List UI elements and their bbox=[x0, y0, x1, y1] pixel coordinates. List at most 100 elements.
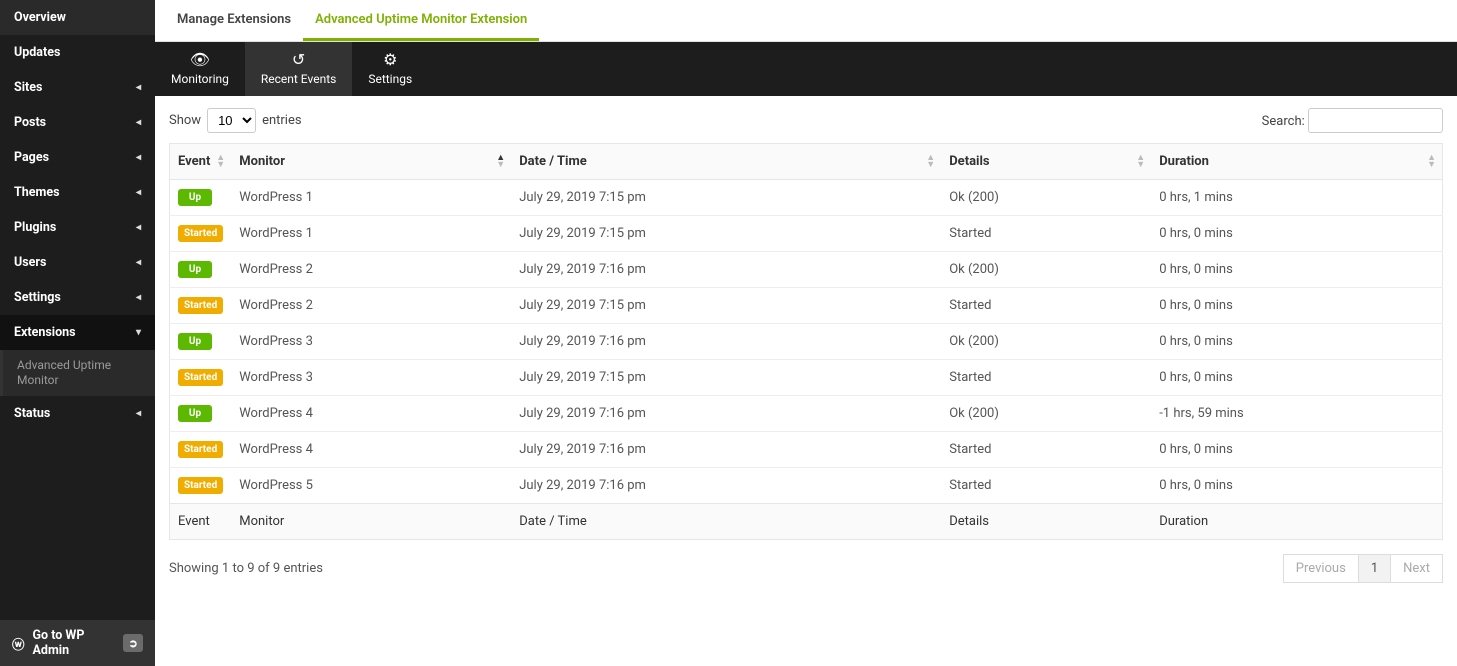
table-row: UpWordPress 3July 29, 2019 7:16 pmOk (20… bbox=[170, 324, 1443, 360]
cell-duration: 0 hrs, 0 mins bbox=[1151, 288, 1442, 324]
subnav-monitoring[interactable]: 👁 Monitoring bbox=[155, 42, 245, 96]
cell-duration: 0 hrs, 1 mins bbox=[1151, 180, 1442, 216]
caret-left-icon: ◂ bbox=[136, 152, 141, 163]
sidebar-subitem-advanced-uptime-monitor[interactable]: Advanced Uptime Monitor bbox=[0, 350, 155, 396]
cell-duration: 0 hrs, 0 mins bbox=[1151, 360, 1442, 396]
sidebar-item-posts[interactable]: Posts ◂ bbox=[0, 105, 155, 140]
pager-page-1[interactable]: 1 bbox=[1358, 554, 1391, 583]
col-footer-event: Event bbox=[170, 504, 232, 540]
cell-datetime: July 29, 2019 7:15 pm bbox=[511, 216, 941, 252]
sort-icon: ▲▼ bbox=[496, 155, 505, 169]
subnav-bar: 👁 Monitoring ↺ Recent Events ⚙ Settings bbox=[155, 42, 1457, 96]
events-table: Event▲▼ Monitor▲▼ Date / Time▲▼ Details▲… bbox=[169, 143, 1443, 540]
sidebar-item-sites[interactable]: Sites◂ bbox=[0, 70, 155, 105]
table-row: Up WordPress 4July 29, 2019 7:16 pmOk (20… bbox=[170, 396, 1443, 432]
col-header-duration[interactable]: Duration▲▼ bbox=[1151, 144, 1442, 180]
sidebar-item-label: Extensions bbox=[14, 325, 76, 340]
cell-datetime: July 29, 2019 7:15 pm bbox=[511, 288, 941, 324]
status-badge: Up bbox=[178, 405, 212, 422]
sort-icon: ▲▼ bbox=[216, 155, 225, 169]
col-footer-details: Details bbox=[941, 504, 1151, 540]
sidebar-item-users[interactable]: Users ◂ bbox=[0, 245, 155, 280]
sidebar-item-extensions[interactable]: Extensions ▾ bbox=[0, 315, 155, 350]
cell-datetime: July 29, 2019 7:15 pm bbox=[511, 180, 941, 216]
sidebar-item-overview[interactable]: Overview bbox=[0, 0, 155, 35]
sidebar-item-label: Overview bbox=[14, 10, 66, 25]
col-header-monitor[interactable]: Monitor▲▼ bbox=[231, 144, 511, 180]
sidebar-item-label: Status bbox=[14, 406, 50, 421]
caret-left-icon: ◂ bbox=[136, 257, 141, 268]
status-badge: Started bbox=[178, 297, 223, 314]
cell-monitor: WordPress 4 bbox=[231, 396, 511, 432]
cell-details: Ok (200) bbox=[941, 180, 1151, 216]
subnav-label: Settings bbox=[368, 72, 412, 86]
search-label: Search: bbox=[1262, 114, 1305, 129]
subnav-recent-events[interactable]: ↺ Recent Events bbox=[245, 42, 352, 96]
sidebar: OverviewUpdatesSites◂Posts◂Pages◂Themes◂… bbox=[0, 0, 155, 666]
cell-monitor: WordPress 2 bbox=[231, 288, 511, 324]
cell-monitor: WordPress 3 bbox=[231, 360, 511, 396]
cell-details: Started bbox=[941, 288, 1151, 324]
cell-duration: 0 hrs, 0 mins bbox=[1151, 468, 1442, 504]
caret-left-icon: ◂ bbox=[136, 292, 141, 303]
sidebar-item-updates[interactable]: Updates bbox=[0, 35, 155, 70]
external-link-icon[interactable]: ➲ bbox=[123, 634, 143, 652]
col-header-details[interactable]: Details▲▼ bbox=[941, 144, 1151, 180]
sidebar-item-pages[interactable]: Pages ◂ bbox=[0, 140, 155, 175]
subnav-label: Recent Events bbox=[261, 72, 336, 86]
cell-datetime: July 29, 2019 7:16 pm bbox=[511, 324, 941, 360]
sidebar-item-label: Pages bbox=[14, 150, 49, 165]
sidebar-item-label: Updates bbox=[14, 45, 60, 60]
cell-monitor: WordPress 4 bbox=[231, 432, 511, 468]
table-row: StartedWordPress 4July 29, 2019 7:16 pmS… bbox=[170, 432, 1443, 468]
cell-details: Started bbox=[941, 360, 1151, 396]
history-icon: ↺ bbox=[261, 50, 336, 69]
search-input[interactable] bbox=[1308, 108, 1443, 133]
col-footer-duration: Duration bbox=[1151, 504, 1442, 540]
caret-left-icon: ◂ bbox=[136, 187, 141, 198]
table-row: StartedWordPress 3July 29, 2019 7:15 pmS… bbox=[170, 360, 1443, 396]
pagination: Previous 1 Next bbox=[1284, 554, 1443, 583]
subnav-settings[interactable]: ⚙ Settings bbox=[352, 42, 428, 96]
col-header-datetime[interactable]: Date / Time▲▼ bbox=[511, 144, 941, 180]
eye-icon: 👁 bbox=[171, 50, 229, 69]
table-row: UpWordPress 1July 29, 2019 7:15 pmOk (20… bbox=[170, 180, 1443, 216]
caret-left-icon: ◂ bbox=[136, 222, 141, 233]
pager-previous[interactable]: Previous bbox=[1283, 554, 1359, 583]
cell-details: Started bbox=[941, 468, 1151, 504]
sidebar-footer[interactable]: ⓦ Go to WP Admin ➲ bbox=[0, 620, 155, 666]
status-badge: Started bbox=[178, 225, 223, 242]
main: Manage ExtensionsAdvanced Uptime Monitor… bbox=[155, 0, 1457, 666]
gear-icon: ⚙ bbox=[368, 50, 412, 69]
sidebar-item-plugins[interactable]: Plugins◂ bbox=[0, 210, 155, 245]
caret-down-icon: ▾ bbox=[136, 327, 141, 338]
cell-details: Ok (200) bbox=[941, 396, 1151, 432]
cell-datetime: July 29, 2019 7:16 pm bbox=[511, 396, 941, 432]
entries-per-page-select[interactable]: 10 bbox=[207, 108, 256, 133]
tab-0[interactable]: Manage Extensions bbox=[165, 0, 303, 41]
sidebar-item-label: Users bbox=[14, 255, 46, 270]
cell-details: Ok (200) bbox=[941, 252, 1151, 288]
cell-details: Started bbox=[941, 216, 1151, 252]
table-row: StartedWordPress 2July 29, 2019 7:15 pmS… bbox=[170, 288, 1443, 324]
subnav-label: Monitoring bbox=[171, 72, 229, 86]
caret-left-icon: ◂ bbox=[136, 117, 141, 128]
sidebar-item-settings[interactable]: Settings◂ bbox=[0, 280, 155, 315]
table-info: Showing 1 to 9 of 9 entries bbox=[169, 561, 323, 576]
cell-monitor: WordPress 1 bbox=[231, 180, 511, 216]
tab-1[interactable]: Advanced Uptime Monitor Extension bbox=[303, 0, 539, 41]
status-badge: Started bbox=[178, 477, 223, 494]
col-footer-datetime: Date / Time bbox=[511, 504, 941, 540]
cell-datetime: July 29, 2019 7:16 pm bbox=[511, 252, 941, 288]
sidebar-item-themes[interactable]: Themes◂ bbox=[0, 175, 155, 210]
cell-datetime: July 29, 2019 7:16 pm bbox=[511, 432, 941, 468]
col-header-event[interactable]: Event▲▼ bbox=[170, 144, 232, 180]
status-badge: Up bbox=[178, 333, 212, 350]
cell-duration: 0 hrs, 0 mins bbox=[1151, 252, 1442, 288]
sidebar-item-label: Posts bbox=[14, 115, 46, 130]
sidebar-item-status[interactable]: Status ◂ bbox=[0, 396, 155, 431]
caret-left-icon: ◂ bbox=[136, 408, 141, 419]
pager-next[interactable]: Next bbox=[1390, 554, 1443, 583]
cell-details: Ok (200) bbox=[941, 324, 1151, 360]
table-row: UpWordPress 2July 29, 2019 7:16 pmOk (20… bbox=[170, 252, 1443, 288]
